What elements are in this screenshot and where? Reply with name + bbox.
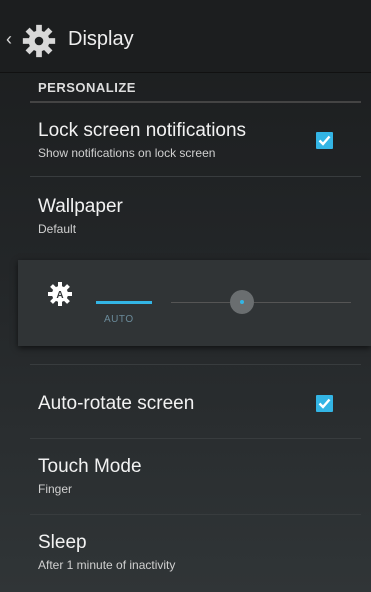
sleep-summary: After 1 minute of inactivity xyxy=(38,558,176,572)
auto-rotate-checkbox[interactable] xyxy=(316,395,333,412)
action-bar: ‹ Display xyxy=(0,0,371,73)
auto-rotate-item[interactable]: Auto-rotate screen xyxy=(38,393,353,415)
auto-toggle-indicator[interactable] xyxy=(96,301,152,304)
touch-mode-title: Touch Mode xyxy=(38,456,142,477)
lock-screen-notifications-item[interactable]: Lock screen notifications Show notificat… xyxy=(38,120,353,160)
checkmark-icon xyxy=(318,135,331,146)
page-title: Display xyxy=(68,28,134,50)
wallpaper-summary: Default xyxy=(38,222,77,236)
sleep-title: Sleep xyxy=(38,532,87,553)
wallpaper-item[interactable]: Wallpaper Default xyxy=(38,196,353,236)
brightness-dialog: A AUTO xyxy=(18,260,371,346)
back-chevron-icon[interactable]: ‹ xyxy=(6,30,12,48)
sleep-item[interactable]: Sleep After 1 minute of inactivity xyxy=(38,532,353,572)
section-divider xyxy=(30,101,361,103)
settings-gear-icon[interactable] xyxy=(20,22,58,60)
auto-rotate-title: Auto-rotate screen xyxy=(38,393,195,414)
section-header-personalize: PERSONALIZE xyxy=(38,80,136,95)
wallpaper-title: Wallpaper xyxy=(38,196,123,217)
svg-text:A: A xyxy=(56,290,63,301)
lock-screen-notifications-title: Lock screen notifications xyxy=(38,120,247,141)
divider xyxy=(30,364,361,365)
touch-mode-summary: Finger xyxy=(38,482,73,496)
checkmark-icon xyxy=(318,398,331,409)
brightness-slider-track[interactable] xyxy=(171,302,351,303)
divider xyxy=(30,514,361,515)
brightness-slider-thumb[interactable] xyxy=(230,290,254,314)
auto-label: AUTO xyxy=(104,314,134,325)
divider xyxy=(30,438,361,439)
auto-brightness-icon[interactable]: A xyxy=(48,282,72,306)
lock-screen-notifications-summary: Show notifications on lock screen xyxy=(38,146,216,160)
divider xyxy=(30,176,361,177)
lock-screen-checkbox[interactable] xyxy=(316,132,333,149)
touch-mode-item[interactable]: Touch Mode Finger xyxy=(38,456,353,496)
